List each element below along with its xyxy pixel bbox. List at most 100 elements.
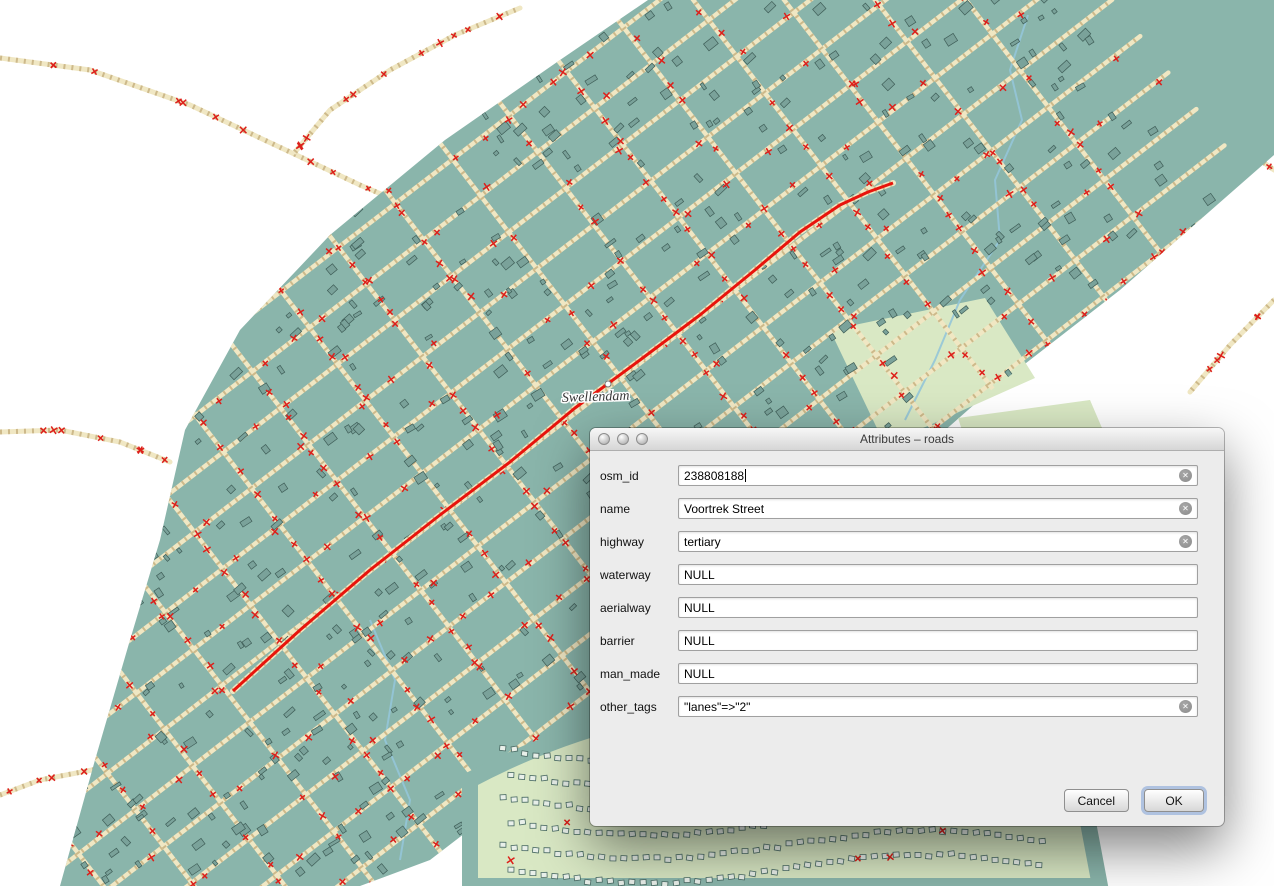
field-value: NULL bbox=[684, 634, 715, 648]
red-x-marker bbox=[15, 662, 26, 673]
highway-input[interactable]: tertiary ✕ bbox=[678, 531, 1198, 552]
field-row-name: name Voortrek Street ✕ bbox=[600, 498, 1198, 519]
close-window-icon[interactable] bbox=[598, 433, 610, 445]
red-x-marker bbox=[177, 387, 188, 398]
waterway-input[interactable]: NULL bbox=[678, 564, 1198, 585]
red-x-marker bbox=[10, 533, 21, 544]
red-x-marker bbox=[165, 379, 176, 390]
red-x-marker bbox=[33, 683, 44, 694]
red-x-marker bbox=[442, 855, 453, 866]
man-made-input[interactable]: NULL bbox=[678, 663, 1198, 684]
red-x-marker bbox=[108, 472, 119, 483]
dialog-body: osm_id 238808188 ✕ name Voortrek Street … bbox=[590, 451, 1224, 717]
cancel-button[interactable]: Cancel bbox=[1064, 789, 1129, 812]
field-value: "lanes"=>"2" bbox=[684, 700, 750, 714]
red-x-marker bbox=[310, 214, 321, 225]
red-x-marker bbox=[75, 612, 88, 625]
red-x-marker bbox=[128, 517, 137, 526]
red-x-marker bbox=[106, 537, 117, 548]
red-x-marker bbox=[46, 813, 56, 823]
clear-field-icon[interactable]: ✕ bbox=[1179, 502, 1192, 515]
red-x-marker bbox=[89, 632, 98, 641]
place-label-swellendam: Swellendam bbox=[562, 389, 630, 406]
text-caret bbox=[745, 469, 746, 482]
field-value: Voortrek Street bbox=[684, 502, 764, 516]
red-x-marker bbox=[137, 565, 149, 577]
red-x-marker bbox=[64, 504, 76, 516]
field-label: barrier bbox=[600, 634, 678, 648]
red-x-marker bbox=[26, 668, 35, 677]
red-x-marker bbox=[1126, 332, 1138, 344]
field-label: osm_id bbox=[600, 469, 678, 483]
field-row-other-tags: other_tags "lanes"=>"2" ✕ bbox=[600, 696, 1198, 717]
other-tags-input[interactable]: "lanes"=>"2" ✕ bbox=[678, 696, 1198, 717]
red-x-marker bbox=[118, 552, 130, 564]
ok-button[interactable]: OK bbox=[1144, 789, 1204, 812]
red-x-marker bbox=[131, 568, 140, 577]
red-x-marker bbox=[1064, 361, 1076, 373]
red-x-marker bbox=[9, 643, 20, 654]
red-x-marker bbox=[0, 756, 10, 768]
dialog-buttons: Cancel OK bbox=[1064, 789, 1204, 812]
red-x-marker bbox=[101, 650, 111, 660]
red-x-marker bbox=[62, 600, 75, 613]
red-x-marker bbox=[41, 455, 52, 466]
red-x-marker bbox=[46, 581, 56, 591]
red-x-marker bbox=[53, 473, 63, 483]
field-label: aerialway bbox=[600, 601, 678, 615]
red-x-marker bbox=[44, 818, 54, 828]
zoom-window-icon[interactable] bbox=[636, 433, 648, 445]
red-x-marker bbox=[1172, 269, 1183, 280]
field-row-osm-id: osm_id 238808188 ✕ bbox=[600, 465, 1198, 486]
field-label: waterway bbox=[600, 568, 678, 582]
red-x-marker bbox=[18, 485, 29, 496]
field-value: tertiary bbox=[684, 535, 721, 549]
road-vertex-node bbox=[605, 381, 611, 387]
red-x-marker bbox=[0, 509, 4, 518]
red-x-marker bbox=[1091, 358, 1101, 368]
field-value: NULL bbox=[684, 601, 715, 615]
red-x-marker bbox=[82, 726, 91, 735]
red-x-marker bbox=[1149, 351, 1159, 361]
red-x-marker bbox=[366, 170, 379, 183]
osm-id-input[interactable]: 238808188 ✕ bbox=[678, 465, 1198, 486]
field-label: highway bbox=[600, 535, 678, 549]
red-x-marker bbox=[0, 624, 3, 634]
field-row-barrier: barrier NULL bbox=[600, 630, 1198, 651]
red-x-marker bbox=[1186, 289, 1198, 301]
red-x-marker bbox=[83, 664, 92, 673]
red-x-marker bbox=[1253, 229, 1266, 242]
red-x-marker bbox=[1114, 312, 1124, 322]
red-x-marker bbox=[257, 262, 269, 274]
dialog-titlebar[interactable]: Attributes – roads bbox=[590, 428, 1224, 451]
name-input[interactable]: Voortrek Street ✕ bbox=[678, 498, 1198, 519]
red-x-marker bbox=[31, 880, 41, 886]
attributes-dialog: Attributes – roads osm_id 238808188 ✕ na… bbox=[590, 428, 1224, 826]
red-x-marker bbox=[143, 349, 153, 359]
red-x-marker bbox=[64, 565, 76, 577]
red-x-marker bbox=[489, 90, 500, 101]
field-value: 238808188 bbox=[684, 469, 744, 483]
field-row-aerialway: aerialway NULL bbox=[600, 597, 1198, 618]
field-row-highway: highway tertiary ✕ bbox=[600, 531, 1198, 552]
aerialway-input[interactable]: NULL bbox=[678, 597, 1198, 618]
barrier-input[interactable]: NULL bbox=[678, 630, 1198, 651]
red-x-marker bbox=[84, 750, 97, 763]
red-x-marker bbox=[21, 538, 31, 548]
field-value: NULL bbox=[684, 667, 715, 681]
field-label: name bbox=[600, 502, 678, 516]
red-x-marker bbox=[147, 468, 159, 480]
minimize-window-icon[interactable] bbox=[617, 433, 629, 445]
red-x-marker bbox=[1212, 259, 1223, 270]
window-controls bbox=[598, 433, 648, 445]
red-x-marker bbox=[106, 419, 118, 431]
red-x-marker bbox=[25, 553, 34, 562]
clear-field-icon[interactable]: ✕ bbox=[1179, 535, 1192, 548]
field-row-waterway: waterway NULL bbox=[600, 564, 1198, 585]
red-x-marker bbox=[3, 726, 13, 736]
clear-field-icon[interactable]: ✕ bbox=[1179, 700, 1192, 713]
red-x-marker bbox=[27, 439, 37, 449]
red-x-marker bbox=[1159, 307, 1169, 317]
red-x-marker bbox=[59, 714, 68, 723]
clear-field-icon[interactable]: ✕ bbox=[1179, 469, 1192, 482]
